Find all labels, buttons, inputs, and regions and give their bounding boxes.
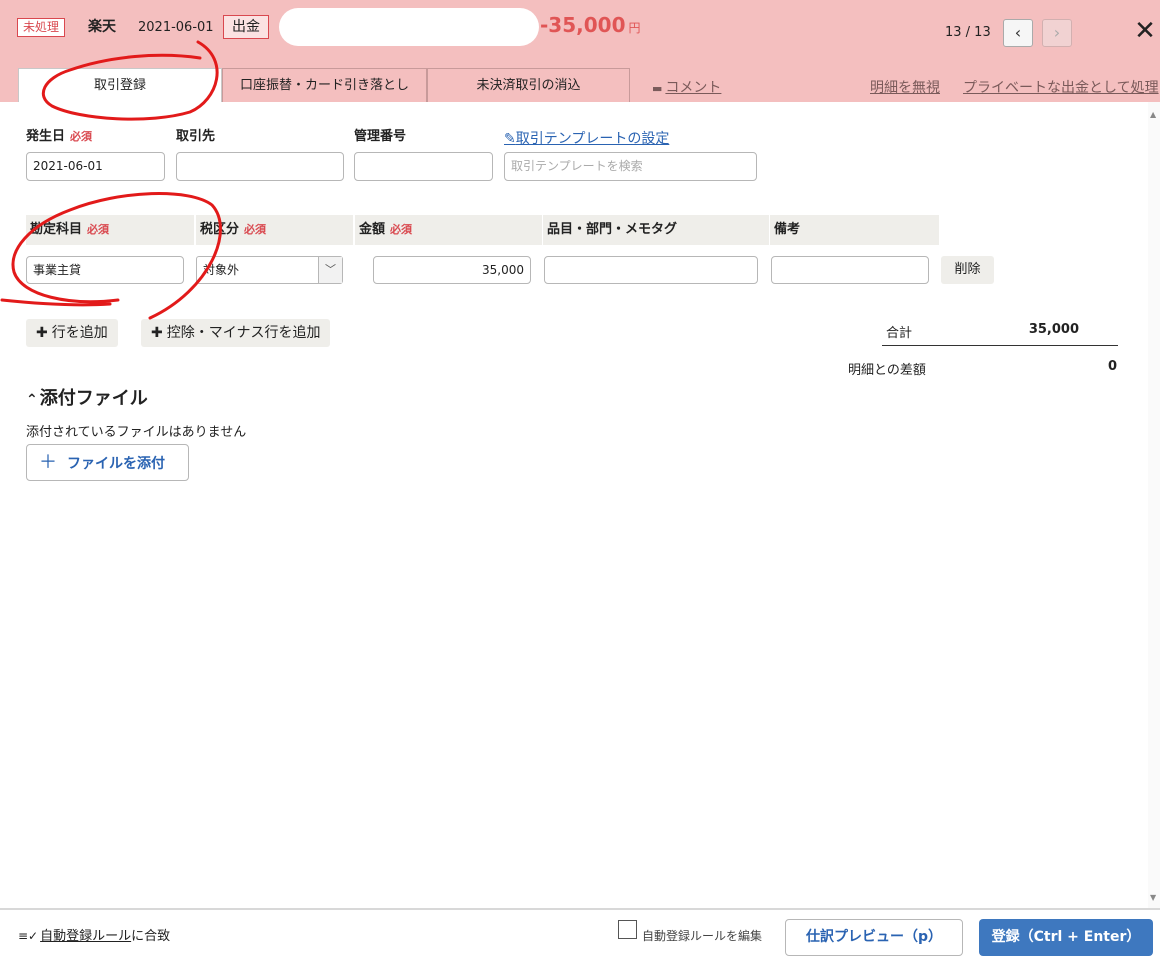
pager-count: 13 / 13 — [945, 25, 991, 40]
private-link[interactable]: プライベートな出金として処理 — [963, 77, 1159, 97]
chevron-down-icon: ﹀ — [318, 257, 342, 283]
header-tags: 品目・部門・メモタグ — [543, 215, 769, 245]
transaction-amount: -35,000 円 — [540, 13, 641, 37]
ignore-link[interactable]: 明細を無視 — [870, 77, 940, 97]
close-icon: ✕ — [1134, 16, 1156, 46]
plus-icon: ✚ — [36, 325, 48, 341]
chevron-up-icon: ⌃ — [26, 392, 38, 408]
header-tax: 税区分 必須 — [196, 215, 353, 245]
sum-label: 合計 — [886, 326, 913, 341]
status-badge: 未処理 — [17, 18, 66, 37]
transaction-date: 2021-06-01 — [138, 20, 214, 35]
tab-transfer[interactable]: 口座振替・カード引き落とし — [222, 68, 427, 102]
comment-icon: ▬ — [652, 82, 663, 95]
mgmt-input[interactable] — [354, 152, 493, 181]
date-label: 発生日 必須 — [26, 129, 93, 144]
header-account: 勘定科目 必須 — [26, 215, 194, 245]
bank-name: 楽天 — [88, 19, 116, 35]
scroll-up-icon: ▲ — [1150, 110, 1157, 119]
comment-link[interactable]: ▬ コメント — [652, 77, 721, 97]
prev-button[interactable]: ‹ — [1003, 19, 1033, 47]
edit-icon: ✎ — [504, 131, 516, 147]
partner-label: 取引先 — [176, 129, 216, 144]
type-badge: 出金 — [223, 15, 269, 39]
rule-link[interactable]: 自動登録ルール — [40, 929, 131, 944]
plus-icon: ✚ — [151, 325, 163, 341]
attach-file-button[interactable]: ＋ファイルを添付 — [26, 444, 189, 481]
attachments-empty-text: 添付されているファイルはありません — [26, 425, 247, 440]
next-button[interactable]: › — [1042, 19, 1072, 47]
edit-rule-checkbox[interactable] — [618, 920, 637, 939]
redacted-description — [279, 8, 539, 46]
partner-input[interactable] — [176, 152, 344, 181]
sum-value: 35,000 — [1028, 322, 1079, 337]
note-input[interactable] — [771, 256, 929, 284]
template-search-input[interactable]: 取引テンプレートを検索 — [504, 152, 757, 181]
edit-rule-label: 自動登録ルールを編集 — [642, 929, 763, 943]
template-settings-link[interactable]: ✎取引テンプレートの設定 — [504, 128, 669, 148]
mgmt-label: 管理番号 — [354, 129, 407, 144]
rule-icon: ≡✓ — [18, 929, 39, 943]
transaction-header: 未処理 楽天 2021-06-01 出金 -35,000 円 13 / 13 ‹ … — [0, 0, 1160, 102]
tax-select[interactable]: 対象外 ﹀ — [196, 256, 343, 284]
chevron-left-icon: ‹ — [1014, 23, 1022, 42]
footer-bar: ≡✓ 自動登録ルールに合致 自動登録ルールを編集 仕訳プレビュー（p） 登録（Ct… — [0, 908, 1160, 959]
diff-label: 明細との差額 — [848, 363, 926, 378]
submit-button[interactable]: 登録（Ctrl + Enter） — [979, 919, 1153, 956]
attachments-toggle[interactable]: ⌃ 添付ファイル — [26, 387, 148, 412]
amount-input[interactable]: 35,000 — [373, 256, 531, 284]
date-input[interactable]: 2021-06-01 — [26, 152, 165, 181]
close-button[interactable]: ✕ — [1133, 18, 1157, 44]
vertical-scrollbar[interactable]: ▲ ▼ — [1148, 102, 1160, 908]
chevron-right-icon: › — [1053, 23, 1061, 42]
preview-button[interactable]: 仕訳プレビュー（p） — [785, 919, 963, 956]
tab-settle[interactable]: 未決済取引の消込 — [427, 68, 630, 102]
account-input[interactable]: 事業主貸 — [26, 256, 184, 284]
tags-input[interactable] — [544, 256, 758, 284]
rule-match-text: ≡✓ 自動登録ルールに合致 — [18, 929, 171, 944]
delete-row-button[interactable]: 削除 — [941, 256, 994, 284]
diff-value: 0 — [1107, 359, 1117, 374]
scroll-down-icon: ▼ — [1150, 893, 1157, 902]
add-minus-row-button[interactable]: ✚ 控除・マイナス行を追加 — [141, 319, 331, 347]
tab-register[interactable]: 取引登録 — [18, 68, 222, 102]
add-row-button[interactable]: ✚ 行を追加 — [26, 319, 118, 347]
header-note: 備考 — [770, 215, 939, 245]
plus-icon: ＋ — [39, 452, 57, 473]
sum-divider — [882, 345, 1118, 346]
header-amount: 金額 必須 — [355, 215, 542, 245]
